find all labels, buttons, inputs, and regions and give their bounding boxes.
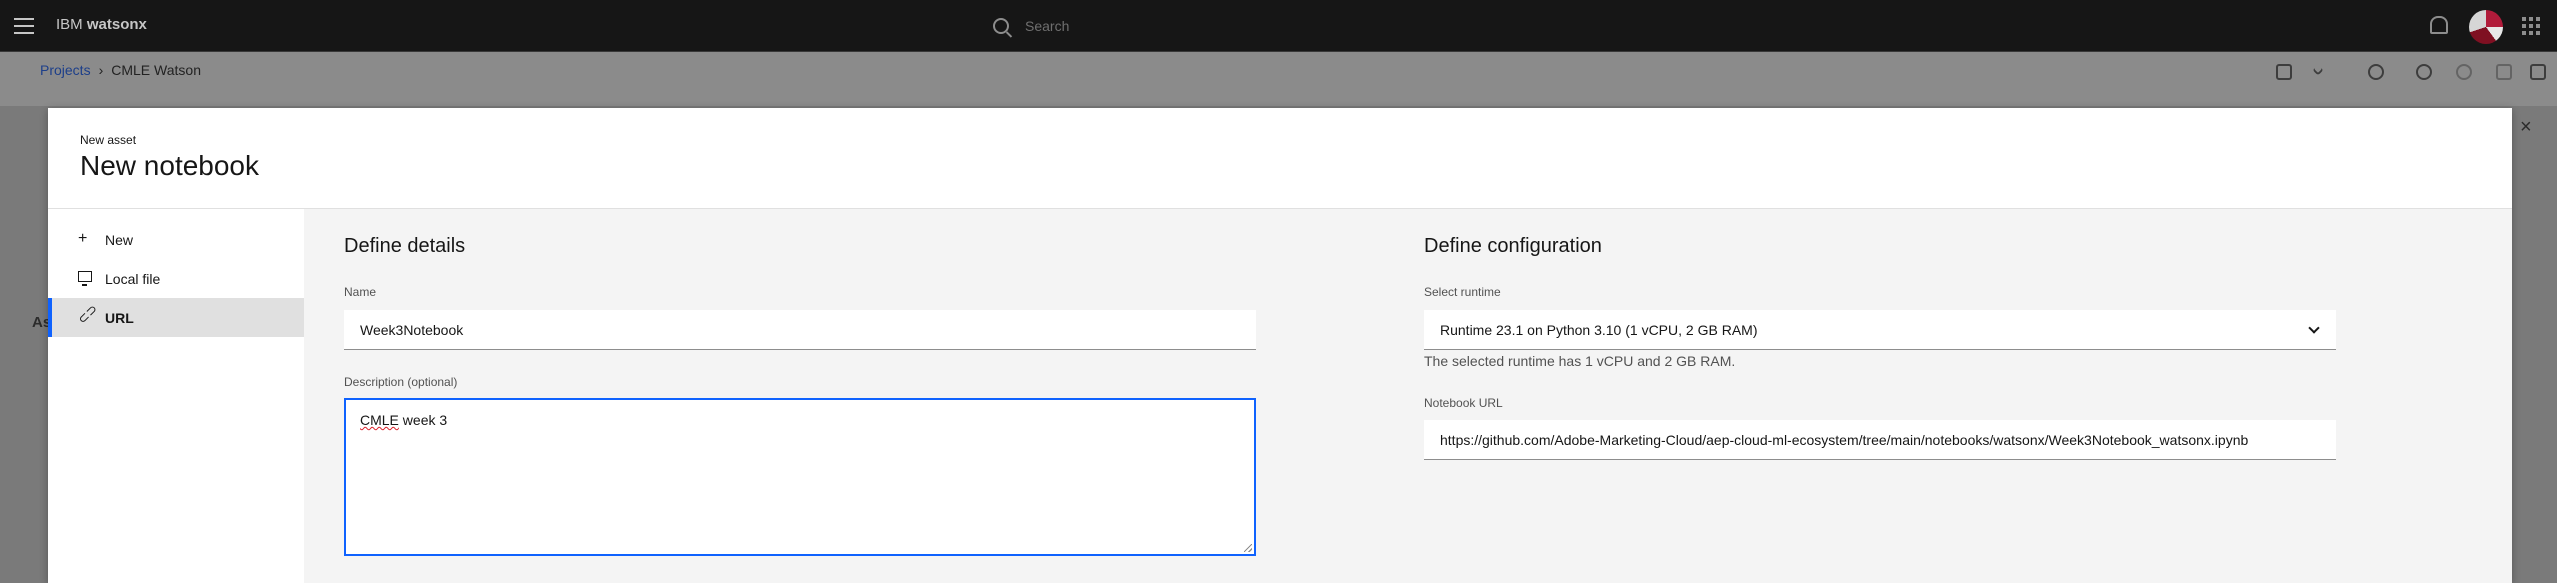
breadcrumb-separator: › (98, 62, 104, 78)
description-textarea[interactable]: CMLE week 3 (344, 398, 1256, 556)
source-nav: + New Local file ⊂⊃ URL (48, 209, 304, 583)
runtime-helper-text: The selected runtime has 1 vCPU and 2 GB… (1424, 353, 1736, 369)
top-header: IBM watsonx Search (0, 0, 2557, 52)
breadcrumb: Projects › CMLE Watson (40, 62, 201, 78)
notebook-url-label: Notebook URL (1424, 396, 1503, 410)
breadcrumb-projects-link[interactable]: Projects (40, 62, 91, 78)
menu-icon[interactable] (14, 18, 34, 34)
name-label: Name (344, 285, 377, 299)
search-icon (993, 18, 1009, 34)
monitor-icon (78, 271, 92, 286)
link-icon: ⊂⊃ (74, 300, 101, 327)
new-notebook-modal: New asset New notebook + New Local file … (48, 108, 2512, 583)
app-switcher-icon[interactable] (2522, 17, 2540, 35)
nav-item-url[interactable]: ⊂⊃ URL (48, 298, 304, 337)
spellcheck-word: CMLE (360, 412, 399, 428)
description-text: week 3 (398, 412, 448, 428)
nav-item-label: New (105, 232, 134, 248)
notebook-panel-icon[interactable] (2530, 64, 2546, 80)
runtime-selected-value: Runtime 23.1 on Python 3.10 (1 vCPU, 2 G… (1440, 322, 1758, 338)
chevron-down-icon[interactable] (2312, 64, 2324, 76)
nav-item-local-file[interactable]: Local file (48, 259, 304, 298)
name-input[interactable]: Week3Notebook (344, 310, 1256, 350)
define-configuration-title: Define configuration (1424, 235, 1602, 257)
nav-item-label: URL (105, 310, 134, 326)
plus-icon: + (78, 230, 88, 247)
modal-title: New notebook (80, 150, 260, 181)
chevron-down-icon (2308, 322, 2320, 334)
modal-eyebrow: New asset (80, 133, 137, 147)
chat-icon[interactable] (2496, 64, 2512, 80)
runtime-label: Select runtime (1424, 285, 1501, 299)
nav-item-new[interactable]: + New (48, 220, 304, 259)
notification-icon[interactable] (2430, 16, 2448, 34)
description-label: Description (optional) (344, 375, 458, 389)
global-search[interactable]: Search (975, 10, 1665, 42)
breadcrumb-bar: Projects › CMLE Watson (0, 52, 2557, 106)
brand-name[interactable]: IBM watsonx (56, 16, 147, 33)
history-icon[interactable] (2456, 64, 2472, 80)
runtime-select[interactable]: Runtime 23.1 on Python 3.10 (1 vCPU, 2 G… (1424, 310, 2336, 350)
add-collaborator-icon[interactable] (2368, 64, 2384, 80)
close-icon[interactable]: × (2520, 116, 2532, 139)
define-details-title: Define details (344, 235, 466, 257)
info-icon[interactable] (2416, 64, 2432, 80)
breadcrumb-current: CMLE Watson (111, 62, 201, 78)
search-placeholder: Search (1025, 18, 1070, 34)
avatar[interactable] (2469, 10, 2503, 44)
nav-item-label: Local file (105, 271, 161, 287)
modal-header: New asset New notebook (48, 108, 2512, 209)
resize-handle[interactable] (1244, 544, 1252, 552)
notebook-url-input[interactable]: https://github.com/Adobe-Marketing-Cloud… (1424, 420, 2336, 460)
upload-icon[interactable] (2276, 64, 2292, 80)
